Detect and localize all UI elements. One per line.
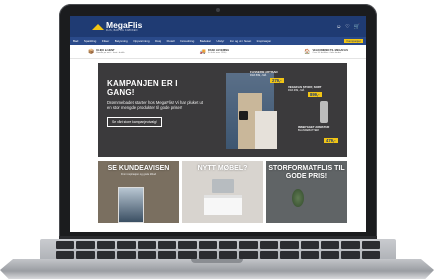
product-tag: FLISSERIE ARTISAN FRA 599,- MÅ (250, 71, 278, 78)
usp-item: 🏠 VELKOMMEN TIL MEGAFLIS Over 50 butikker… (304, 49, 348, 55)
tile-sample-light (255, 111, 277, 149)
promo-tile-kundeavis[interactable]: SE KUNDEAVISEN Finn inspirasjon og gode … (98, 161, 179, 223)
nav-item[interactable]: Innredning (180, 39, 194, 43)
promo-tile-mobel[interactable]: NYTT MØBEL? (182, 161, 263, 223)
promo-tile-storformat[interactable]: STORFORMATFLIS TIL GODE PRIS! (266, 161, 347, 223)
nav-item[interactable]: Inspirasjon (257, 39, 272, 43)
usp-text: Over 50 butikker i hele landet (312, 51, 341, 54)
delivery-icon: 🚚 (199, 48, 206, 55)
header-actions: ☺ ♡ 🛒 (336, 24, 360, 30)
nav-item[interactable]: Inn og ut i huset (230, 39, 251, 43)
product-tag-sub: FRA 399,- MÅ (288, 89, 305, 92)
nav-item-kampanjer[interactable]: Kampanjer (344, 39, 363, 43)
price-badge: 279,- (270, 78, 284, 83)
plant-image (292, 189, 304, 207)
laptop-keyboard-deck (40, 239, 396, 261)
product-tag-sub: FRA 599,- MÅ (250, 74, 267, 77)
promo-tile-title: NYTT MØBEL? (197, 165, 248, 172)
nav-item[interactable]: Belysning (115, 39, 128, 43)
tap-fixture-image (239, 111, 248, 120)
usp-text: Fri frakt over 1500,- (207, 51, 227, 54)
main-nav: Bad Sparkling Fliser Belysning Oppvarmin… (70, 37, 366, 45)
banner-title: KAMPANJEN ER I GANG! (107, 79, 178, 97)
mirror-image (212, 179, 234, 193)
nav-item[interactable]: Bad (73, 39, 78, 43)
keyboard (56, 241, 380, 259)
promo-tiles: SE KUNDEAVISEN Finn inspirasjon og gode … (98, 161, 347, 223)
site-header: MegaFlis FLIS, BAD OG KJØKKEN ☺ ♡ 🛒 (70, 16, 366, 37)
vanity-cabinet-image (204, 195, 242, 215)
campaign-button[interactable]: Se vårt store kampanjeutvalg! (107, 117, 162, 128)
nav-item[interactable]: Oppvarming (133, 39, 149, 43)
promo-tile-title: STORFORMATFLIS TIL GODE PRIS! (268, 165, 345, 180)
store-icon: 🏠 (304, 48, 311, 55)
catalogue-image (118, 187, 144, 223)
campaign-banner[interactable]: KAMPANJEN ER I GANG! Drømmebadet starter… (98, 63, 347, 157)
usp-item: 📦 KLIKK & HENT Handle på nett – hent i bu… (88, 49, 125, 55)
banner-text: Drømmebadet starter hos MegaFlis! Vi har… (107, 100, 204, 111)
user-icon[interactable]: ☺ (336, 24, 341, 30)
logo-roof-icon (92, 23, 104, 30)
heart-icon[interactable]: ♡ (345, 24, 349, 30)
mixer-fixture-image (320, 101, 328, 123)
site-logo[interactable]: MegaFlis FLIS, BAD OG KJØKKEN (92, 21, 142, 32)
webcam-icon (216, 8, 220, 12)
laptop-notch (191, 259, 243, 263)
nav-item[interactable]: Flotell (167, 39, 175, 43)
laptop-screen: MegaFlis FLIS, BAD OG KJØKKEN ☺ ♡ 🛒 Bad … (70, 16, 366, 232)
product-tag: INNBYGGET ARMATUR BLANDEBATTERI (298, 126, 329, 133)
price-badge: 479,- (324, 138, 338, 143)
nav-item[interactable]: Sparkling (84, 39, 97, 43)
usp-bar: 📦 KLIKK & HENT Handle på nett – hent i bu… (70, 45, 366, 59)
laptop-mockup: MegaFlis FLIS, BAD OG KJØKKEN ☺ ♡ 🛒 Bad … (0, 0, 434, 279)
nav-item[interactable]: Fliser (102, 39, 109, 43)
product-tag-sub: BLANDEBATTERI (298, 129, 320, 132)
nav-item[interactable]: Badekar (200, 39, 211, 43)
price-badge: 899,- (308, 92, 322, 97)
usp-item: 🚚 RASK LEVERING Fri frakt over 1500,- (200, 49, 230, 55)
logo-name: MegaFlis (106, 20, 143, 30)
nav-item[interactable]: Dusj (155, 39, 161, 43)
cart-icon[interactable]: 🛒 (354, 24, 360, 30)
nav-item[interactable]: Utstyr (216, 39, 224, 43)
pickup-icon: 📦 (88, 48, 95, 55)
promo-tile-title: SE KUNDEAVISEN (107, 165, 170, 172)
usp-text: Handle på nett – hent i butikk (96, 51, 125, 54)
promo-tile-sub: Finn inspirasjon og gode tilbud (120, 173, 157, 176)
laptop-lid: MegaFlis FLIS, BAD OG KJØKKEN ☺ ♡ 🛒 Bad … (59, 4, 377, 238)
banner-copy: KAMPANJEN ER I GANG! Drømmebadet starter… (107, 79, 207, 128)
logo-tagline: FLIS, BAD OG KJØKKEN (106, 29, 138, 32)
